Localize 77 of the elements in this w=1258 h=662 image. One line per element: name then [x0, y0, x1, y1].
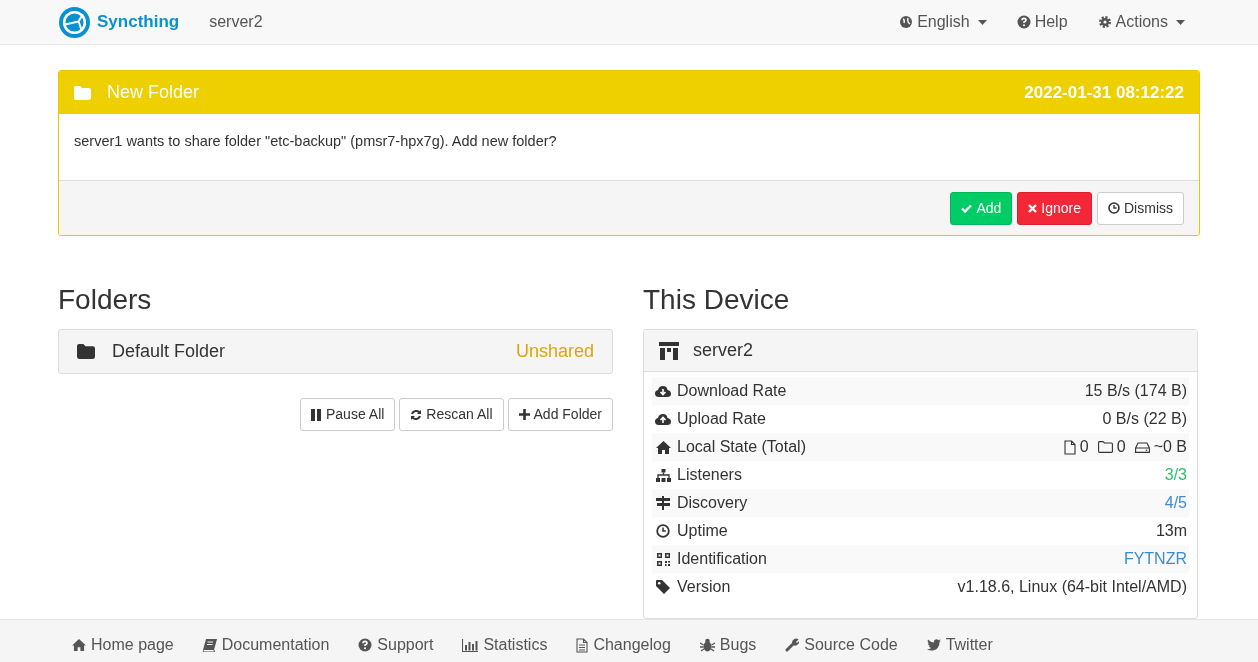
logo-icon[interactable]	[58, 5, 91, 39]
clock-icon	[656, 524, 670, 538]
panel-title: New Folder	[107, 81, 200, 104]
bug-icon	[699, 638, 715, 652]
file-icon	[1063, 439, 1076, 455]
footer-link[interactable]: Statistics	[462, 633, 548, 657]
folder-icon	[74, 85, 91, 100]
clock-icon	[1108, 202, 1120, 214]
timestamp: 2022-01-31 08:12:22	[1024, 81, 1184, 104]
row-label: Version	[677, 577, 731, 597]
bird-icon	[926, 639, 941, 651]
folder-status: Unshared	[515, 340, 594, 363]
plus-icon	[518, 409, 530, 420]
cloud-download-icon	[655, 384, 671, 398]
document-icon	[576, 637, 589, 653]
row-value: 4/5	[1164, 493, 1187, 513]
cloud-upload-icon	[655, 412, 671, 426]
check-icon	[961, 203, 973, 213]
nav-menu[interactable]: Help	[1016, 10, 1068, 34]
row-value: 13m	[1155, 521, 1187, 541]
footer-link[interactable]: Home page	[72, 633, 174, 657]
footer-link[interactable]: Changelog	[576, 633, 671, 657]
section-heading: Folders	[58, 283, 153, 317]
nav-menu[interactable]: Actions	[1097, 10, 1185, 34]
folder-action-button[interactable]: Pause All	[300, 398, 396, 431]
row-value: 0 B/s (22 B)	[1102, 409, 1187, 429]
device-name: server2	[693, 339, 754, 362]
footer-link[interactable]: Source Code	[785, 633, 898, 657]
bar-chart-icon	[462, 638, 479, 652]
action-button[interactable]: Ignore	[1017, 191, 1092, 225]
refresh-icon	[410, 408, 423, 421]
caret-icon	[977, 19, 987, 25]
help-icon	[358, 638, 373, 652]
folder-row[interactable]: Default Folder Unshared	[58, 329, 613, 374]
signpost-icon	[656, 496, 670, 510]
folder-icon	[77, 344, 95, 359]
nav-menu[interactable]: English	[899, 10, 987, 34]
row-label: Identification	[677, 549, 767, 569]
sitemap-icon	[655, 468, 671, 482]
device-icon	[659, 340, 679, 361]
notification-message: server1 wants to share folder "etc-backup" (pmsr7-hpx7g). Add new folder?	[74, 133, 557, 149]
row-label: Listeners	[677, 465, 742, 485]
footer-link[interactable]: Twitter	[926, 633, 993, 657]
footer-link[interactable]: Documentation	[202, 633, 330, 657]
qr-code-icon	[656, 552, 670, 566]
folder-name: Default Folder	[112, 340, 226, 363]
folder-action-button[interactable]: Rescan All	[399, 398, 504, 431]
row-value: v1.18.6, Linux (64-bit Intel/AMD)	[957, 577, 1187, 597]
hard-drive-icon	[1134, 441, 1150, 453]
count-value: 0	[1116, 437, 1126, 457]
caret-icon	[1176, 19, 1185, 25]
tag-icon	[656, 580, 670, 594]
close-icon	[1028, 203, 1038, 213]
row-label: Download Rate	[677, 381, 787, 401]
help-icon	[1016, 15, 1031, 29]
count-value: 0	[1079, 437, 1089, 457]
row-value: FYTNZR	[1123, 549, 1187, 569]
home-icon	[655, 440, 671, 454]
count-value: ~0 B	[1153, 437, 1187, 457]
book-icon	[202, 638, 217, 652]
row-value: 3/3	[1164, 465, 1187, 485]
home-icon	[72, 639, 86, 651]
folder-outline-icon	[1097, 441, 1113, 453]
row-label: Upload Rate	[677, 409, 766, 429]
device-name: server2	[209, 12, 263, 32]
wrench-icon	[785, 638, 800, 652]
row-label: Discovery	[677, 493, 748, 513]
pause-icon	[311, 408, 322, 421]
section-heading: This Device	[643, 283, 791, 317]
settings-icon	[1097, 15, 1112, 29]
row-label: Local State (Total)	[677, 437, 806, 457]
footer-link[interactable]: Support	[358, 633, 434, 657]
action-button[interactable]: Dismiss	[1097, 191, 1184, 225]
row-value: 15 B/s (174 B)	[1084, 381, 1187, 401]
footer-link[interactable]: Bugs	[699, 633, 757, 657]
row-label: Uptime	[677, 521, 728, 541]
folder-action-button[interactable]: Add Folder	[507, 398, 613, 431]
